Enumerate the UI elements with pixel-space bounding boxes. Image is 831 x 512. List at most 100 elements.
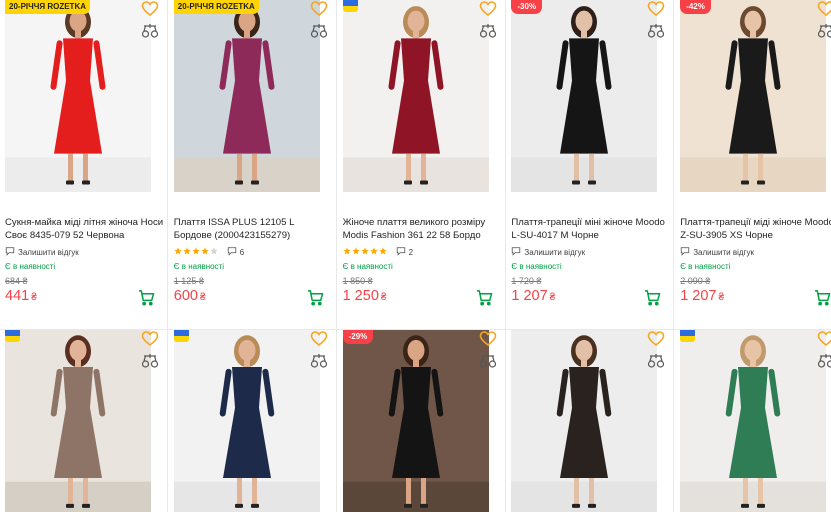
old-price: 2 090 ₴ — [680, 276, 711, 286]
price-value: 1 207 — [680, 288, 717, 304]
heart-icon[interactable] — [647, 0, 665, 18]
product-image[interactable] — [680, 330, 827, 512]
stock-status: Є в наявності — [511, 262, 562, 271]
product-image[interactable] — [173, 330, 320, 512]
heart-icon[interactable] — [310, 0, 328, 18]
card-actions — [141, 0, 159, 44]
product-card[interactable] — [0, 330, 168, 512]
heart-icon[interactable] — [817, 330, 831, 348]
card-actions — [141, 330, 159, 374]
product-image[interactable] — [511, 330, 658, 512]
product-title-link[interactable]: Плаття-трапеції міді жіноче Moodo Z-SU-3… — [680, 216, 831, 244]
cart-icon[interactable] — [644, 289, 661, 306]
cart-icon[interactable] — [814, 289, 831, 306]
product-image[interactable] — [342, 330, 489, 512]
price: 1 250 ₴ — [343, 288, 387, 304]
currency-symbol: ₴ — [718, 292, 725, 303]
price-value: 1 207 — [511, 288, 548, 304]
compare-scales-icon[interactable] — [141, 22, 159, 40]
heart-icon[interactable] — [647, 330, 665, 348]
product-image[interactable] — [511, 0, 658, 192]
card-actions — [479, 0, 497, 44]
product-image[interactable] — [5, 0, 151, 192]
currency-symbol: ₴ — [200, 292, 206, 303]
star-icon — [192, 247, 200, 257]
ukraine-flag-icon — [342, 0, 358, 12]
old-price: 1 720 ₴ — [511, 276, 542, 286]
heart-icon[interactable] — [310, 330, 328, 348]
rating-row: 2 — [342, 246, 413, 258]
star-icon — [360, 247, 369, 257]
star-icon — [210, 247, 218, 257]
compare-scales-icon[interactable] — [817, 22, 831, 40]
ukraine-flag-icon — [173, 330, 189, 342]
card-actions — [817, 330, 831, 374]
discount-badge: -29% — [342, 330, 374, 344]
heart-icon[interactable] — [141, 0, 159, 18]
product-card[interactable]: Жіноче плаття великого розміру Modis Fas… — [338, 0, 506, 329]
price-value: 441 — [5, 288, 30, 304]
product-card[interactable]: -30% Плаття-трапеції міні жіноче Moodo L-… — [506, 0, 675, 329]
old-price: 1 850 ₴ — [342, 276, 373, 286]
heart-icon[interactable] — [479, 330, 497, 348]
product-title-link[interactable]: Плаття ISSA PLUS 12105 L Бордове (200042… — [174, 216, 334, 244]
product-card[interactable]: -29% — [338, 330, 506, 512]
heart-icon[interactable] — [817, 0, 831, 18]
stock-status: Є в наявності — [173, 262, 224, 271]
heart-icon[interactable] — [141, 330, 159, 348]
stock-status: Є в наявності — [342, 262, 393, 271]
compare-scales-icon[interactable] — [647, 22, 665, 40]
leave-review-link[interactable]: Залишити відгук — [680, 246, 754, 258]
review-bubble-icon — [511, 246, 521, 258]
product-grid: 20-РІЧЧЯ ROZETKA Сукня-майка міді літня ж… — [0, 0, 831, 512]
price-value: 1 250 — [342, 288, 379, 304]
currency-symbol: ₴ — [31, 292, 37, 303]
product-image[interactable] — [342, 0, 489, 192]
compare-scales-icon[interactable] — [310, 352, 328, 370]
cart-icon[interactable] — [138, 289, 155, 306]
promo-badge: 20-РІЧЧЯ ROZETKA — [173, 0, 259, 14]
rating-stars — [174, 247, 218, 257]
compare-scales-icon[interactable] — [310, 22, 328, 40]
product-card[interactable] — [169, 330, 337, 512]
cart-icon[interactable] — [476, 289, 493, 306]
product-image[interactable] — [680, 0, 827, 192]
discount-badge: -42% — [680, 0, 711, 14]
review-count[interactable]: 6 — [240, 248, 244, 257]
compare-scales-icon[interactable] — [479, 352, 497, 370]
ukraine-flag-icon — [680, 330, 696, 342]
leave-review-link[interactable]: Залишити відгук — [5, 246, 79, 258]
currency-symbol: ₴ — [549, 292, 556, 303]
card-actions — [817, 0, 831, 44]
product-title-link[interactable]: Жіноче плаття великого розміру Modis Fas… — [343, 216, 503, 244]
product-image[interactable] — [173, 0, 320, 192]
product-card[interactable] — [506, 330, 675, 512]
product-card[interactable] — [675, 330, 831, 512]
product-card[interactable]: -42% Плаття-трапеції міді жіноче Moodo Z-… — [675, 0, 831, 329]
star-icon — [351, 247, 360, 257]
product-card[interactable]: 20-РІЧЧЯ ROZETKA Плаття ISSA PLUS 12105 L… — [169, 0, 337, 329]
leave-review-label: Залишити відгук — [693, 247, 754, 257]
compare-scales-icon[interactable] — [817, 352, 831, 370]
product-title-link[interactable]: Сукня-майка міді літня жіноча Носи Своє … — [5, 216, 165, 244]
price: 1 207 ₴ — [680, 288, 724, 304]
price: 600 ₴ — [174, 288, 206, 304]
star-icon — [174, 247, 182, 257]
product-title-link[interactable]: Плаття-трапеції міні жіноче Moodo L-SU-4… — [511, 216, 671, 244]
card-actions — [310, 0, 328, 44]
compare-scales-icon[interactable] — [647, 352, 665, 370]
stock-status: Є в наявності — [680, 262, 731, 271]
product-card[interactable]: 20-РІЧЧЯ ROZETKA Сукня-майка міді літня ж… — [0, 0, 168, 329]
compare-scales-icon[interactable] — [479, 22, 497, 40]
promo-badge: 20-РІЧЧЯ ROZETKA — [5, 0, 90, 14]
star-icon — [342, 247, 351, 257]
review-bubble-icon — [680, 246, 690, 258]
discount-badge: -30% — [511, 0, 543, 14]
old-price: 1 125 ₴ — [173, 276, 204, 286]
cart-icon[interactable] — [307, 289, 324, 306]
heart-icon[interactable] — [479, 0, 497, 18]
product-image[interactable] — [5, 330, 151, 512]
compare-scales-icon[interactable] — [141, 352, 159, 370]
review-count[interactable]: 2 — [409, 248, 413, 257]
leave-review-link[interactable]: Залишити відгук — [511, 246, 585, 258]
